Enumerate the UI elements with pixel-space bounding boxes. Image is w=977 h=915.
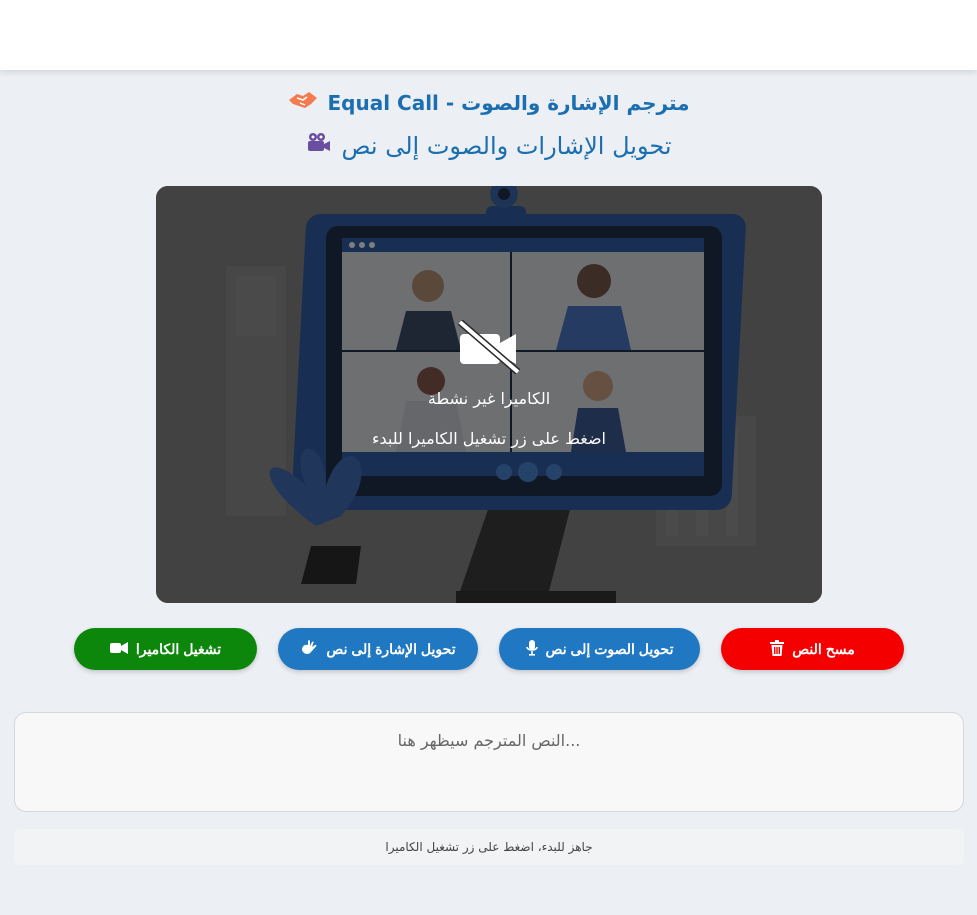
hand-sign-icon — [300, 639, 318, 659]
translated-text-output[interactable]: ...النص المترجم سيظهر هنا — [14, 712, 964, 812]
camera-status-text: الكاميرا غير نشطة — [427, 389, 551, 408]
start-camera-button[interactable]: تشغيل الكاميرا — [74, 628, 257, 670]
trash-icon — [770, 639, 785, 659]
camera-button-label: تشغيل الكاميرا — [135, 640, 222, 657]
video-icon — [109, 641, 128, 658]
status-text: جاهز للبدء، اضغط على زر تشغيل الكاميرا — [385, 840, 593, 854]
output-placeholder: ...النص المترجم سيظهر هنا — [397, 731, 581, 750]
voice-to-text-button[interactable]: تحويل الصوت إلى نص — [499, 628, 700, 670]
microphone-icon — [525, 639, 538, 659]
video-camera-icon — [306, 132, 332, 160]
video-off-icon — [456, 319, 522, 378]
camera-hint-text: اضغط على زر تشغيل الكاميرا للبدء — [371, 429, 606, 448]
status-bar: جاهز للبدء، اضغط على زر تشغيل الكاميرا — [14, 829, 964, 865]
camera-preview: الكاميرا غير نشطة اضغط على زر تشغيل الكا… — [156, 186, 822, 603]
sign-to-text-button[interactable]: تحويل الإشارة إلى نص — [278, 628, 478, 670]
app-title: مترجم الإشارة والصوت - Equal Call — [0, 88, 977, 117]
app-title-text: مترجم الإشارة والصوت - Equal Call — [327, 90, 690, 115]
sign-button-label: تحويل الإشارة إلى نص — [326, 640, 456, 657]
handshake-icon — [287, 88, 319, 117]
top-bar — [0, 0, 977, 70]
page-subtitle: تحويل الإشارات والصوت إلى نص — [0, 132, 977, 160]
clear-text-button[interactable]: مسح النص — [721, 628, 904, 670]
subtitle-text: تحويل الإشارات والصوت إلى نص — [341, 132, 672, 160]
voice-button-label: تحويل الصوت إلى نص — [545, 640, 674, 657]
clear-button-label: مسح النص — [792, 640, 855, 657]
